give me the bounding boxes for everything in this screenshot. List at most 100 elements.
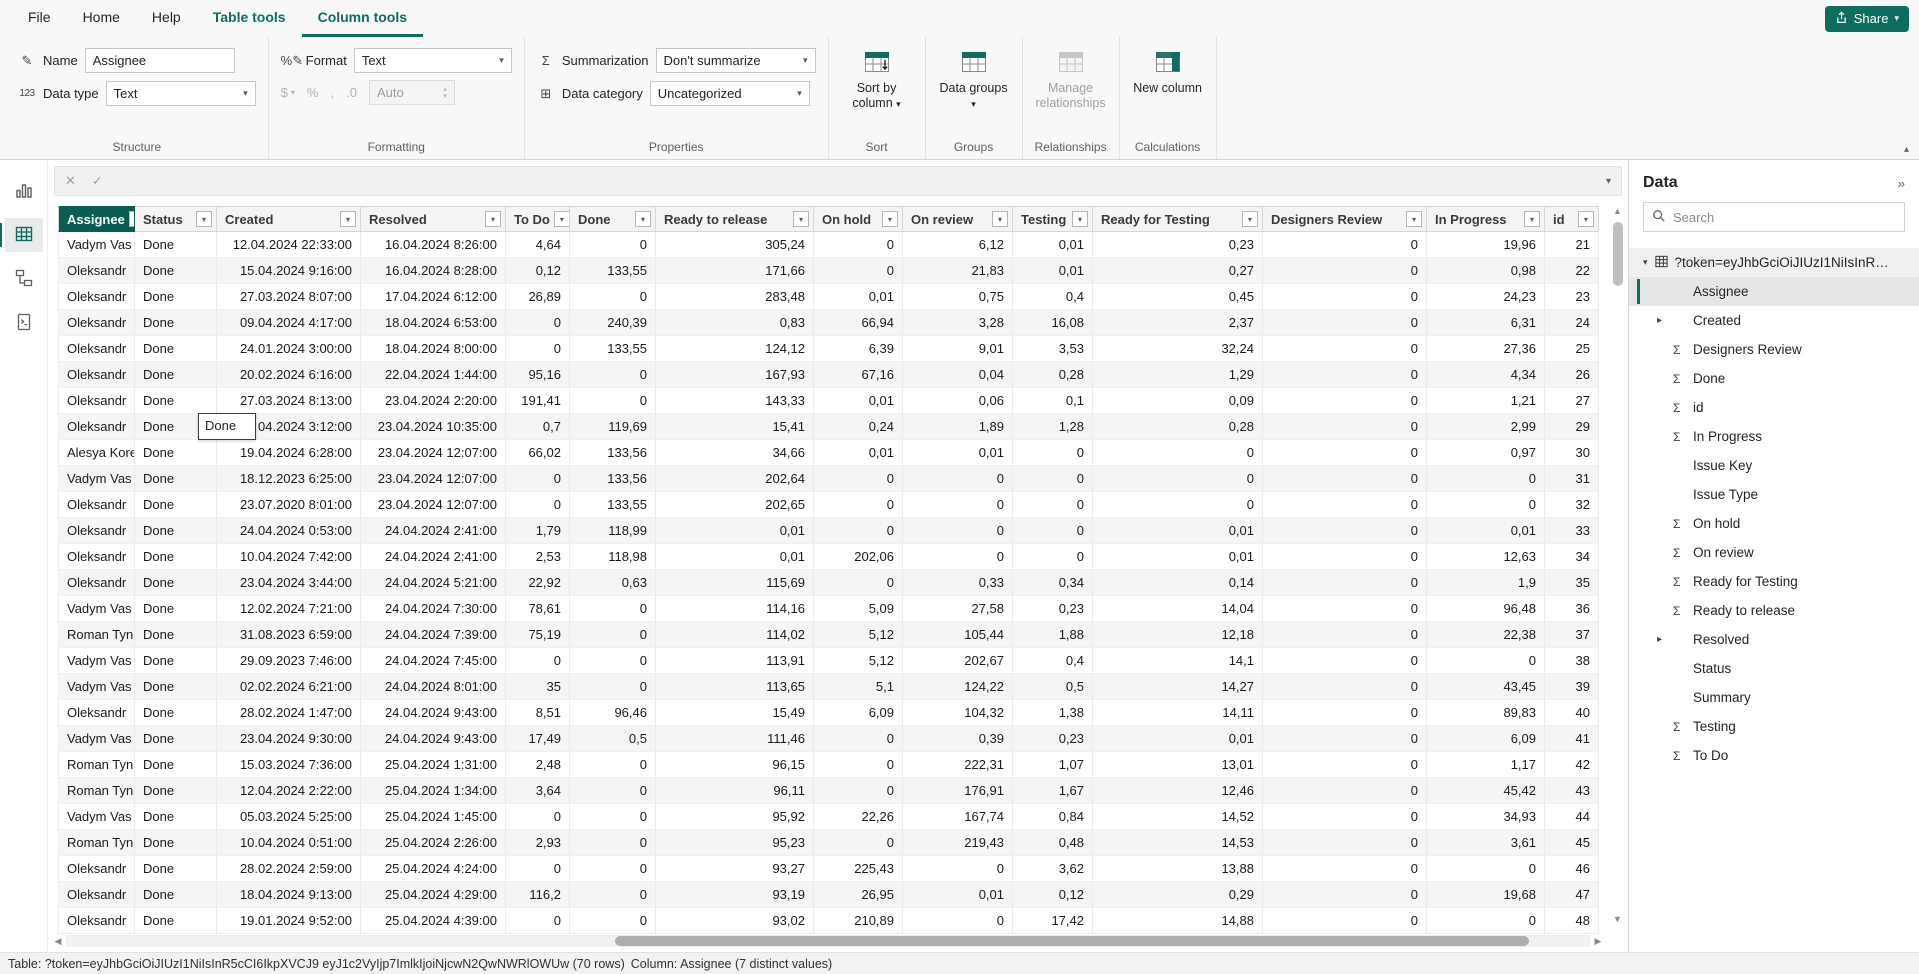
table-cell[interactable]: 35: [506, 674, 570, 700]
table-cell[interactable]: 0,84: [1013, 804, 1093, 830]
table-cell[interactable]: 25.04.2024 2:26:00: [361, 830, 506, 856]
table-cell[interactable]: 133,55: [570, 258, 656, 284]
table-cell[interactable]: 0,5: [1013, 674, 1093, 700]
field-item[interactable]: Status: [1629, 654, 1919, 683]
table-cell[interactable]: 14,1: [1093, 648, 1263, 674]
table-cell[interactable]: 0: [570, 388, 656, 414]
report-view-button[interactable]: [5, 174, 43, 208]
table-cell[interactable]: 24.04.2024 5:21:00: [361, 570, 506, 596]
table-cell[interactable]: 31: [1545, 466, 1599, 492]
table-cell[interactable]: 12.04.2024 22:33:00: [217, 232, 361, 258]
table-cell[interactable]: 0,23: [1093, 232, 1263, 258]
table-cell[interactable]: 45: [1545, 830, 1599, 856]
table-cell[interactable]: 202,67: [903, 648, 1013, 674]
table-cell[interactable]: 202,06: [814, 544, 903, 570]
filter-icon[interactable]: ▾: [882, 211, 898, 227]
field-item[interactable]: ▸Created: [1629, 306, 1919, 335]
table-cell[interactable]: 95,23: [656, 830, 814, 856]
table-cell[interactable]: 26,95: [814, 882, 903, 908]
column-header[interactable]: In Progress▾: [1427, 206, 1545, 232]
table-cell[interactable]: 5,1: [814, 674, 903, 700]
table-cell[interactable]: 0: [1263, 414, 1427, 440]
table-cell[interactable]: 1,9: [1427, 570, 1545, 596]
dax-query-view-button[interactable]: [5, 306, 43, 340]
table-cell[interactable]: 96,46: [570, 700, 656, 726]
table-cell[interactable]: 93,02: [656, 908, 814, 934]
table-cell[interactable]: 27.03.2024 8:07:00: [217, 284, 361, 310]
table-cell[interactable]: 34,66: [656, 440, 814, 466]
table-cell[interactable]: 0: [1427, 492, 1545, 518]
table-cell[interactable]: 66,02: [506, 440, 570, 466]
filter-icon[interactable]: ▾: [1242, 211, 1258, 227]
table-cell[interactable]: 0: [814, 492, 903, 518]
table-cell[interactable]: 9,01: [903, 336, 1013, 362]
table-cell[interactable]: 0: [506, 908, 570, 934]
field-item[interactable]: ▸Resolved: [1629, 625, 1919, 654]
table-cell[interactable]: 0: [1263, 336, 1427, 362]
table-cell[interactable]: 23.04.2024 2:20:00: [361, 388, 506, 414]
table-cell[interactable]: Oleksandr: [58, 570, 135, 596]
table-cell[interactable]: 0,4: [1013, 284, 1093, 310]
table-cell[interactable]: Oleksandr: [58, 336, 135, 362]
table-cell[interactable]: 0,97: [1427, 440, 1545, 466]
name-input[interactable]: [85, 48, 235, 73]
table-cell[interactable]: 22.04.2024 1:44:00: [361, 362, 506, 388]
table-cell[interactable]: Vadym Vas: [58, 804, 135, 830]
table-cell[interactable]: 0,23: [1013, 726, 1093, 752]
table-cell[interactable]: 115,69: [656, 570, 814, 596]
field-item[interactable]: ΣReady for Testing: [1629, 567, 1919, 596]
table-cell[interactable]: 40: [1545, 700, 1599, 726]
table-cell[interactable]: 28.02.2024 1:47:00: [217, 700, 361, 726]
table-cell[interactable]: 25: [1545, 336, 1599, 362]
table-cell[interactable]: 78,61: [506, 596, 570, 622]
table-cell[interactable]: 22,92: [506, 570, 570, 596]
table-cell[interactable]: Done: [135, 648, 217, 674]
table-cell[interactable]: 30: [1545, 440, 1599, 466]
table-cell[interactable]: 0,01: [814, 388, 903, 414]
table-cell[interactable]: 0,1: [1013, 388, 1093, 414]
cancel-icon[interactable]: ✕: [65, 173, 76, 189]
cell-edit-box[interactable]: Done: [198, 413, 256, 440]
table-cell[interactable]: 1,17: [1427, 752, 1545, 778]
table-cell[interactable]: 27.03.2024 8:13:00: [217, 388, 361, 414]
table-cell[interactable]: 39: [1545, 674, 1599, 700]
table-cell[interactable]: 114,16: [656, 596, 814, 622]
table-cell[interactable]: 0: [1263, 310, 1427, 336]
table-cell[interactable]: 0: [903, 544, 1013, 570]
table-cell[interactable]: 0: [1263, 284, 1427, 310]
table-cell[interactable]: 93,27: [656, 856, 814, 882]
data-groups-button[interactable]: Data groups ▾: [938, 43, 1010, 112]
table-cell[interactable]: 0: [570, 674, 656, 700]
table-cell[interactable]: 25.04.2024 1:45:00: [361, 804, 506, 830]
table-cell[interactable]: Done: [135, 596, 217, 622]
field-item[interactable]: Summary: [1629, 683, 1919, 712]
table-cell[interactable]: 25.04.2024 1:31:00: [361, 752, 506, 778]
table-cell[interactable]: 0,4: [1013, 648, 1093, 674]
formula-input[interactable]: [119, 167, 1590, 195]
column-header[interactable]: Resolved▾: [361, 206, 506, 232]
table-cell[interactable]: 0,01: [903, 882, 1013, 908]
table-cell[interactable]: Done: [135, 466, 217, 492]
table-cell[interactable]: 3,53: [1013, 336, 1093, 362]
table-cell[interactable]: 225,43: [814, 856, 903, 882]
table-cell[interactable]: Done: [135, 856, 217, 882]
filter-icon[interactable]: ▾: [340, 211, 356, 227]
table-cell[interactable]: 19,96: [1427, 232, 1545, 258]
field-item[interactable]: ΣOn review: [1629, 538, 1919, 567]
table-cell[interactable]: 0,01: [656, 518, 814, 544]
table-cell[interactable]: 0: [1263, 674, 1427, 700]
table-cell[interactable]: 0: [570, 804, 656, 830]
table-cell[interactable]: 15,49: [656, 700, 814, 726]
column-header[interactable]: Assignee▾: [58, 206, 135, 232]
table-cell[interactable]: 0: [506, 466, 570, 492]
table-cell[interactable]: 22,26: [814, 804, 903, 830]
table-cell[interactable]: 25.04.2024 4:39:00: [361, 908, 506, 934]
formula-bar-expand-icon[interactable]: ▾: [1606, 176, 1611, 187]
table-cell[interactable]: 24.04.2024 9:43:00: [361, 700, 506, 726]
table-cell[interactable]: 0: [506, 336, 570, 362]
table-cell[interactable]: 0,23: [1013, 596, 1093, 622]
table-cell[interactable]: 124,12: [656, 336, 814, 362]
table-cell[interactable]: 6,12: [903, 232, 1013, 258]
table-cell[interactable]: Oleksandr: [58, 362, 135, 388]
table-cell[interactable]: 0: [1427, 466, 1545, 492]
